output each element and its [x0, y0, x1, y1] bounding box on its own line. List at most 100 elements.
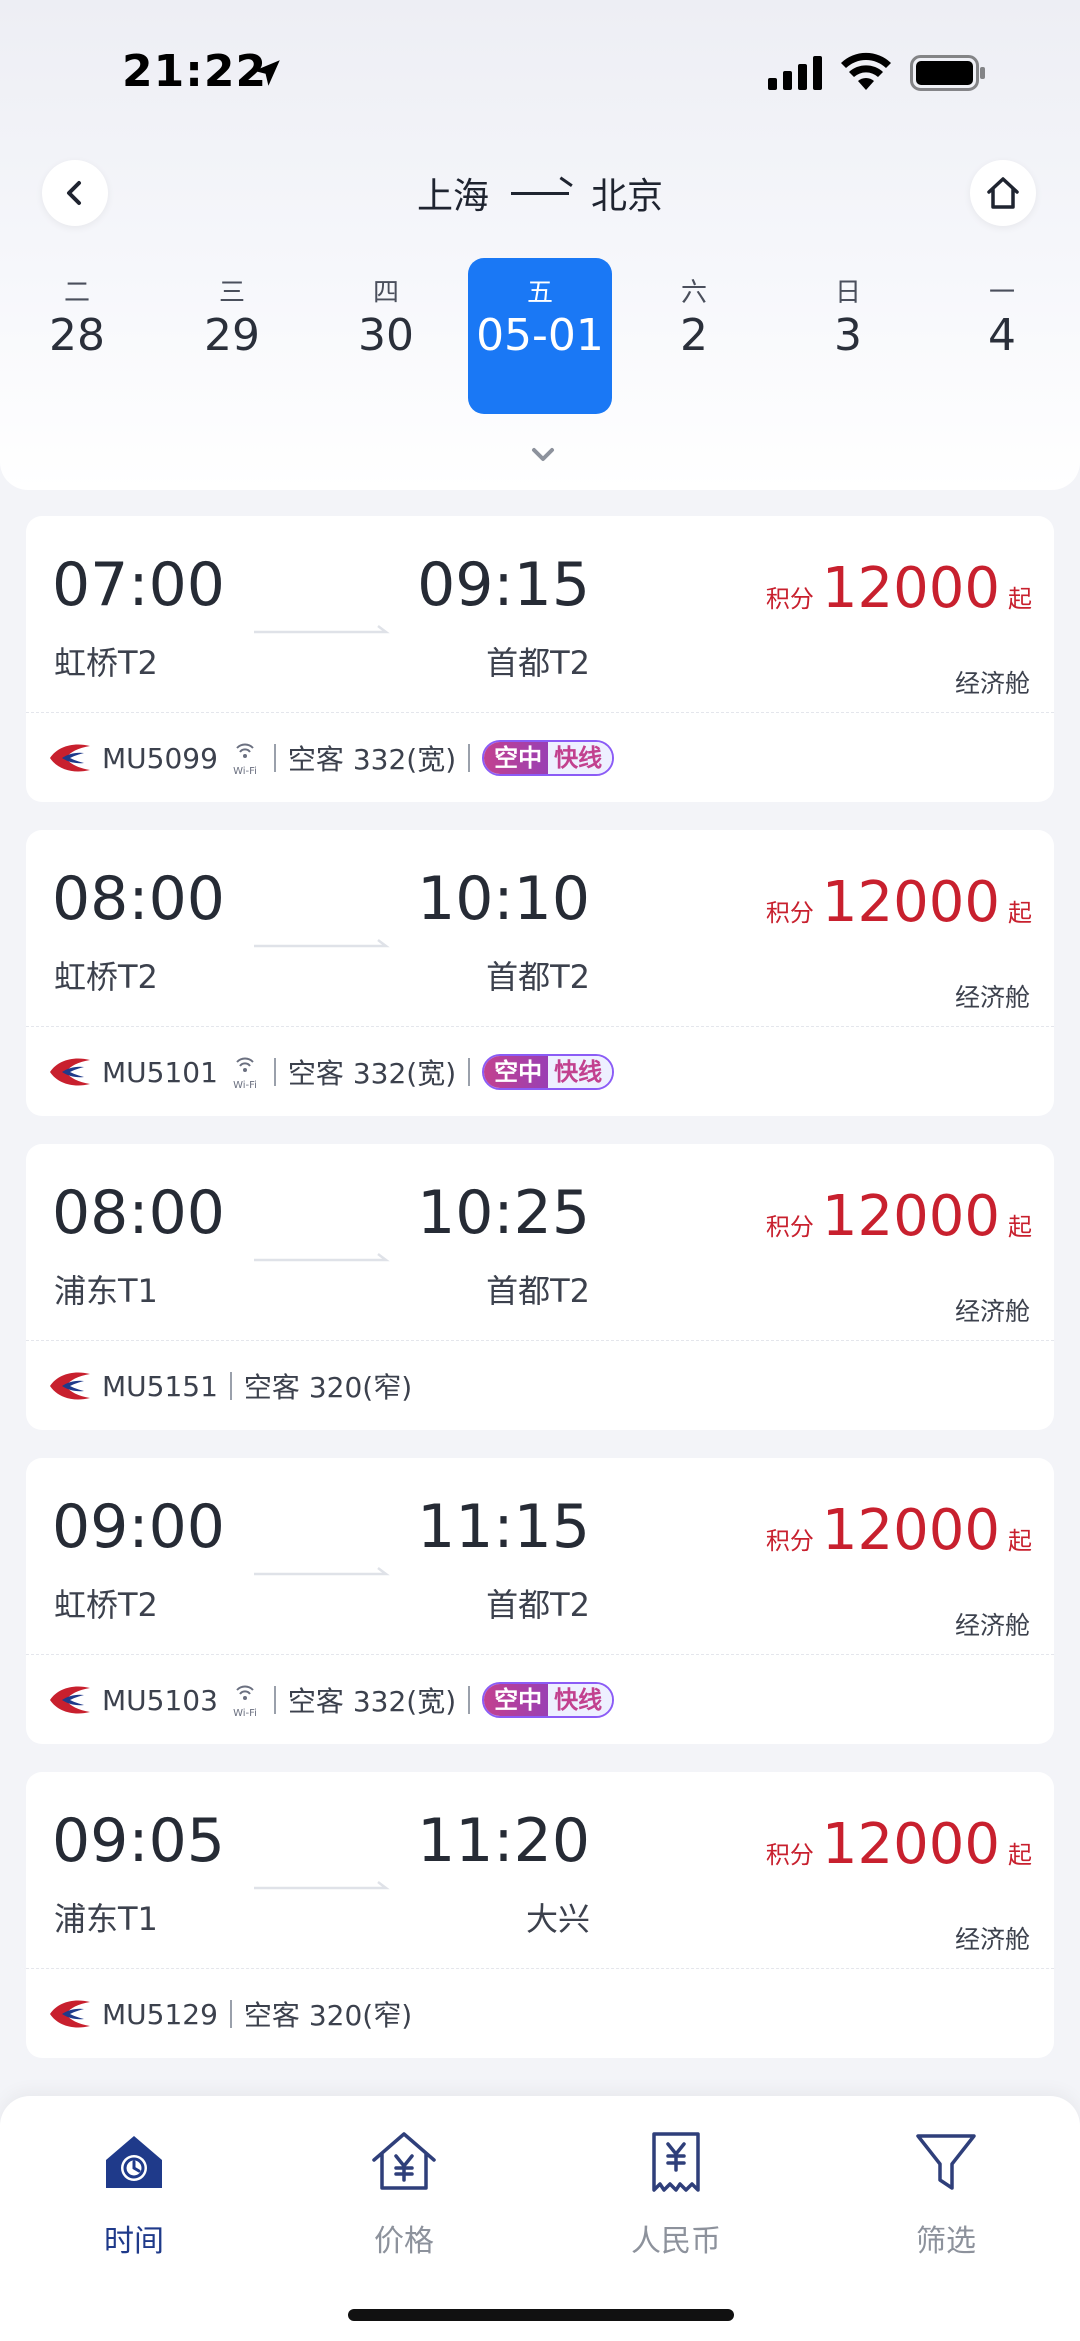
departure-airport: 虹桥T2: [54, 958, 158, 996]
price-suffix: 起: [1008, 1213, 1032, 1241]
points-label: 积分: [765, 1527, 814, 1555]
bottom-tab-bar: 时间 价格 人民币 筛选: [0, 2096, 1080, 2341]
home-indicator[interactable]: [348, 2309, 734, 2321]
flight-card[interactable]: 09:05 11:20 浦东T1 大兴 积分 12000 起 经济舱 MU512…: [26, 1772, 1054, 2058]
date-weekday: 三: [218, 278, 245, 308]
home-button[interactable]: [970, 160, 1036, 226]
arrival-airport: 首都T2: [486, 958, 590, 996]
departure-airport: 浦东T1: [54, 1272, 158, 1310]
arrival-airport: 首都T2: [486, 1272, 590, 1310]
tab-time[interactable]: 时间: [24, 2126, 244, 2276]
points-label: 积分: [765, 1213, 814, 1241]
origin-city: 上海: [416, 176, 489, 217]
arrival-time: 09:15: [417, 550, 590, 620]
date-item[interactable]: 四 30: [314, 258, 458, 414]
aircraft-type: 空客 320(窄): [243, 1371, 413, 1404]
flight-card[interactable]: 07:00 09:15 虹桥T2 首都T2 积分 12000 起 经济舱 MU5…: [26, 516, 1054, 802]
express-tag-part2: 快线: [548, 742, 613, 774]
yen-receipt-icon: [652, 2132, 700, 2192]
tab-filter[interactable]: 筛选: [836, 2126, 1056, 2276]
svg-text:Wi-Fi: Wi-Fi: [233, 1080, 257, 1091]
flight-card[interactable]: 09:00 11:15 虹桥T2 首都T2 积分 12000 起 经济舱 MU5…: [26, 1458, 1054, 1744]
date-item[interactable]: 二 28: [5, 258, 149, 414]
route-arrow-icon: [511, 191, 569, 195]
price: 积分 12000 起: [766, 556, 1032, 621]
price-value: 12000: [821, 1812, 1000, 1877]
express-tag-part2: 快线: [548, 1056, 613, 1088]
back-button[interactable]: [42, 160, 108, 226]
tab-label: 时间: [104, 2224, 164, 2259]
price: 积分 12000 起: [766, 1184, 1032, 1249]
arrival-time: 11:20: [417, 1806, 590, 1876]
flight-card[interactable]: 08:00 10:25 浦东T1 首都T2 积分 12000 起 经济舱 MU5…: [26, 1144, 1054, 1430]
separator: [468, 1686, 471, 1714]
price-suffix: 起: [1008, 1841, 1032, 1869]
aircraft-type: 空客 332(宽): [287, 743, 457, 776]
date-day: 30: [358, 310, 414, 361]
departure-time: 07:00: [52, 550, 225, 620]
wifi-onboard-icon: Wi-Fi: [233, 743, 257, 777]
aircraft-type: 空客 320(窄): [243, 1999, 413, 2032]
wifi-icon: [841, 52, 891, 90]
status-bar: 21:22: [0, 0, 1080, 140]
price: 积分 12000 起: [766, 1812, 1032, 1877]
tab-label: 人民币: [631, 2224, 721, 2259]
separator: [273, 1686, 276, 1714]
china-eastern-logo-icon: [50, 2000, 90, 2028]
tab-label: 价格: [374, 2224, 434, 2259]
date-item[interactable]: 一 4: [930, 258, 1074, 414]
clock-house-icon: [106, 2136, 162, 2188]
wifi-onboard-icon: Wi-Fi: [233, 1057, 257, 1091]
price-suffix: 起: [1008, 585, 1032, 613]
price-value: 12000: [821, 1184, 1000, 1249]
status-time: 21:22: [122, 46, 268, 97]
flight-arrow-icon: [254, 1881, 390, 1890]
chevron-left-icon: [67, 181, 81, 205]
battery-icon: [910, 55, 985, 91]
china-eastern-logo-icon: [50, 1058, 90, 1086]
divider: [26, 712, 1054, 713]
separator: [229, 2000, 232, 2028]
date-weekday: 四: [372, 278, 399, 308]
flight-arrow-icon: [254, 1253, 390, 1262]
price-value: 12000: [821, 1498, 1000, 1563]
price-value: 12000: [821, 556, 1000, 621]
points-label: 积分: [765, 899, 814, 927]
price: 积分 12000 起: [766, 1498, 1032, 1563]
aircraft-type: 空客 332(宽): [287, 1685, 457, 1718]
flight-number: MU5103: [102, 1683, 218, 1717]
date-item[interactable]: 日 3: [776, 258, 920, 414]
separator: [468, 744, 471, 772]
flight-number: MU5101: [102, 1055, 218, 1089]
date-day: 4: [988, 310, 1016, 361]
date-weekday: 五: [526, 278, 553, 308]
date-item-selected[interactable]: 五 05-01: [468, 258, 612, 414]
route-title: 上海 北京: [300, 165, 780, 221]
svg-text:Wi-Fi: Wi-Fi: [233, 766, 257, 777]
flight-info-row: MU5101 Wi-Fi 空客 332(宽) 空中 快线: [48, 1050, 615, 1094]
flight-card[interactable]: 08:00 10:10 虹桥T2 首都T2 积分 12000 起 经济舱 MU5…: [26, 830, 1054, 1116]
departure-time: 08:00: [52, 1178, 225, 1248]
destination-city: 北京: [591, 176, 664, 217]
divider: [26, 1968, 1054, 1969]
date-day: 29: [204, 310, 260, 361]
flight-arrow-icon: [254, 1567, 390, 1576]
tab-rmb[interactable]: 人民币: [566, 2126, 786, 2276]
express-tag-part2: 快线: [548, 1684, 613, 1716]
flight-info-row: MU5129 空客 320(窄): [48, 1992, 412, 2036]
price-suffix: 起: [1008, 899, 1032, 927]
tab-price[interactable]: 价格: [294, 2126, 514, 2276]
date-item[interactable]: 六 2: [622, 258, 766, 414]
cabin-class: 经济舱: [954, 1611, 1030, 1640]
express-tag-part1: 空中: [484, 1684, 549, 1716]
chevron-down-icon[interactable]: [526, 438, 560, 472]
flight-info-row: MU5103 Wi-Fi 空客 332(宽) 空中 快线: [48, 1678, 615, 1722]
arrival-airport: 大兴: [525, 1900, 590, 1938]
express-tag-part1: 空中: [484, 742, 549, 774]
date-item[interactable]: 三 29: [160, 258, 304, 414]
location-arrow-icon: [254, 60, 280, 86]
china-eastern-logo-icon: [50, 1686, 90, 1714]
express-route-badge: 空中 快线: [482, 1054, 615, 1090]
price: 积分 12000 起: [766, 870, 1032, 935]
separator: [273, 1058, 276, 1086]
